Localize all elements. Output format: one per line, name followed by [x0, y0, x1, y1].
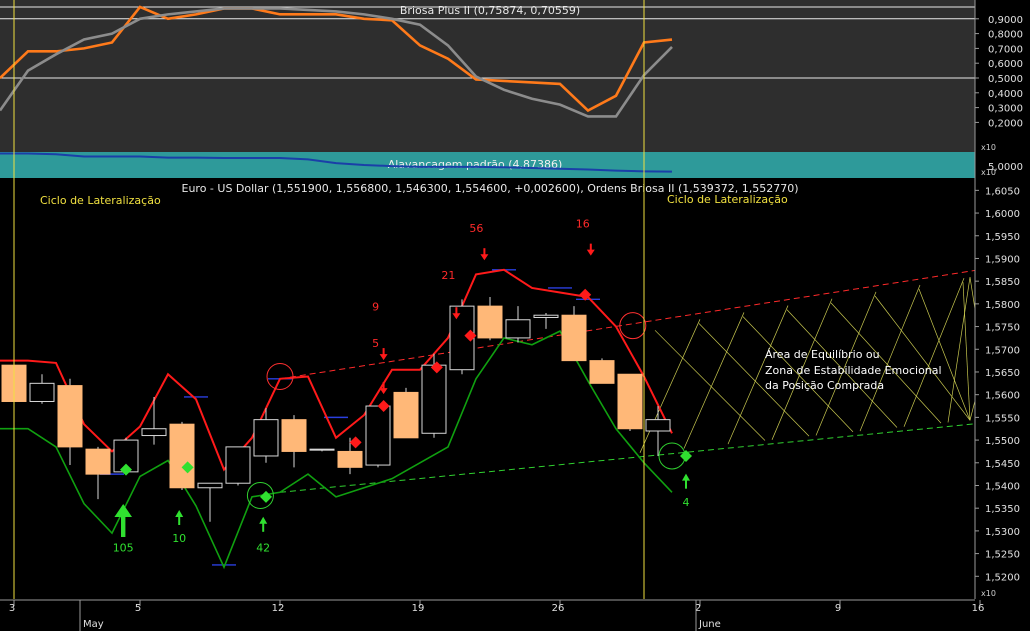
candle-bear — [85, 448, 111, 475]
candle-bear — [57, 385, 83, 448]
y-axis-area: 0,9000 0,8000 0,7000 0,6000 0,5000 0,4000 0,30… — [974, 0, 1030, 631]
candle-bear — [337, 450, 363, 468]
x-tick-label: 16 — [972, 603, 985, 614]
candle-bear — [281, 419, 307, 452]
price-panel: Euro - US Dollar (1,551900, 1,556800, 1,… — [0, 179, 1009, 599]
cycle-label-right: Ciclo de Lateralização — [667, 193, 788, 206]
cycle-label-left: Ciclo de Lateralização — [40, 194, 161, 207]
y-tick-label: 0,8000 — [988, 30, 1023, 41]
candle-bear — [169, 423, 195, 489]
y-tick-label: 1,5800 — [985, 300, 1020, 311]
month-label: May — [83, 619, 104, 630]
y-tick-label: 1,5700 — [985, 345, 1020, 356]
x-tick-label: 3 — [9, 603, 15, 614]
down-arrow-label: 9 — [372, 301, 379, 314]
up-arrow-label: 10 — [172, 532, 186, 545]
zone-label-line-2: Zona de Estabilidade Emocional — [765, 364, 942, 377]
y-tick-label: 1,5500 — [985, 436, 1020, 447]
y-tick-label: 1,5550 — [985, 413, 1020, 424]
y-tick-label: 1,5200 — [985, 572, 1020, 583]
candle-bull — [645, 419, 671, 432]
briosa-panel-background — [0, 0, 975, 152]
price-unit-top-label: x10 — [981, 168, 996, 177]
down-arrow-label: 56 — [469, 222, 483, 235]
x-tick-label: 19 — [412, 603, 425, 614]
briosa-panel: Briosa Plus II (0,75874, 0,70559) — [0, 0, 975, 152]
down-arrow-label: 21 — [441, 269, 455, 282]
candle-bull — [141, 428, 167, 437]
candle-bull — [29, 382, 55, 402]
y-tick-label: 0,6000 — [988, 59, 1023, 70]
candle-bear — [617, 373, 643, 430]
y-tick-label: 1,5950 — [985, 232, 1020, 243]
y-tick-label: 0,7000 — [988, 44, 1023, 55]
x-tick-label: 26 — [552, 603, 565, 614]
y-tick-label: 1,6000 — [985, 209, 1020, 220]
x-tick-label: 12 — [272, 603, 285, 614]
candle-bull — [365, 405, 391, 466]
leverage-panel: Alavancagem padrão (4,87386) — [0, 152, 975, 178]
y-tick-label: 1,5750 — [985, 323, 1020, 334]
y-tick-label: 1,5850 — [985, 277, 1020, 288]
y-tick-label: 1,5400 — [985, 481, 1020, 492]
x-tick-label: 5 — [135, 603, 141, 614]
leverage-unit-label: x10 — [981, 143, 996, 152]
candle-bear — [561, 314, 587, 362]
y-tick-label: 1,5450 — [985, 459, 1020, 470]
candle-bull — [421, 364, 447, 434]
y-tick-label: 1,5250 — [985, 550, 1020, 561]
forex-chart-window[interactable]: Briosa Plus II (0,75874, 0,70559) Alavan… — [0, 0, 1030, 631]
x-axis-background — [0, 599, 1030, 631]
zone-label-line-3: da Posição Comprada — [765, 379, 884, 392]
y-tick-label: 1,5600 — [985, 391, 1020, 402]
y-tick-label: 0,3000 — [988, 104, 1023, 115]
candle-bear — [589, 360, 615, 384]
y-tick-label: 0,9000 — [988, 15, 1023, 26]
candle-bull — [505, 319, 531, 339]
candle-bull — [309, 448, 335, 451]
down-arrow-label: 5 — [372, 337, 379, 350]
up-arrow-label: 105 — [113, 541, 134, 554]
briosa-title: Briosa Plus II (0,75874, 0,70559) — [400, 4, 580, 17]
candle-bear — [477, 305, 503, 339]
y-tick-label: 0,4000 — [988, 89, 1023, 100]
candle-bull — [225, 446, 251, 484]
x-tick-label: 9 — [835, 603, 841, 614]
up-arrow-label: 4 — [683, 496, 690, 509]
candle-bull — [533, 314, 559, 318]
candle-bull — [253, 419, 279, 457]
y-tick-label: 0,5000 — [988, 74, 1023, 85]
y-tick-label: 1,6050 — [985, 186, 1020, 197]
y-tick-label: 1,5650 — [985, 368, 1020, 379]
x-axis-area: 3 5 12 19 26 2 9 16May June — [0, 599, 1030, 631]
y-tick-label: 1,5350 — [985, 504, 1020, 515]
price-unit-bottom-label: x10 — [981, 589, 996, 598]
candle-bear — [393, 391, 419, 439]
zone-label-line-1: Área de Equilíbrio ou — [765, 348, 880, 361]
down-arrow-label: 16 — [576, 218, 590, 231]
y-tick-label: 1,5300 — [985, 527, 1020, 538]
month-label: June — [698, 619, 721, 630]
y-tick-label: 1,5900 — [985, 254, 1020, 265]
up-arrow-label: 42 — [256, 541, 270, 554]
candle-bull — [197, 482, 223, 489]
y-tick-label: 0,2000 — [988, 118, 1023, 129]
